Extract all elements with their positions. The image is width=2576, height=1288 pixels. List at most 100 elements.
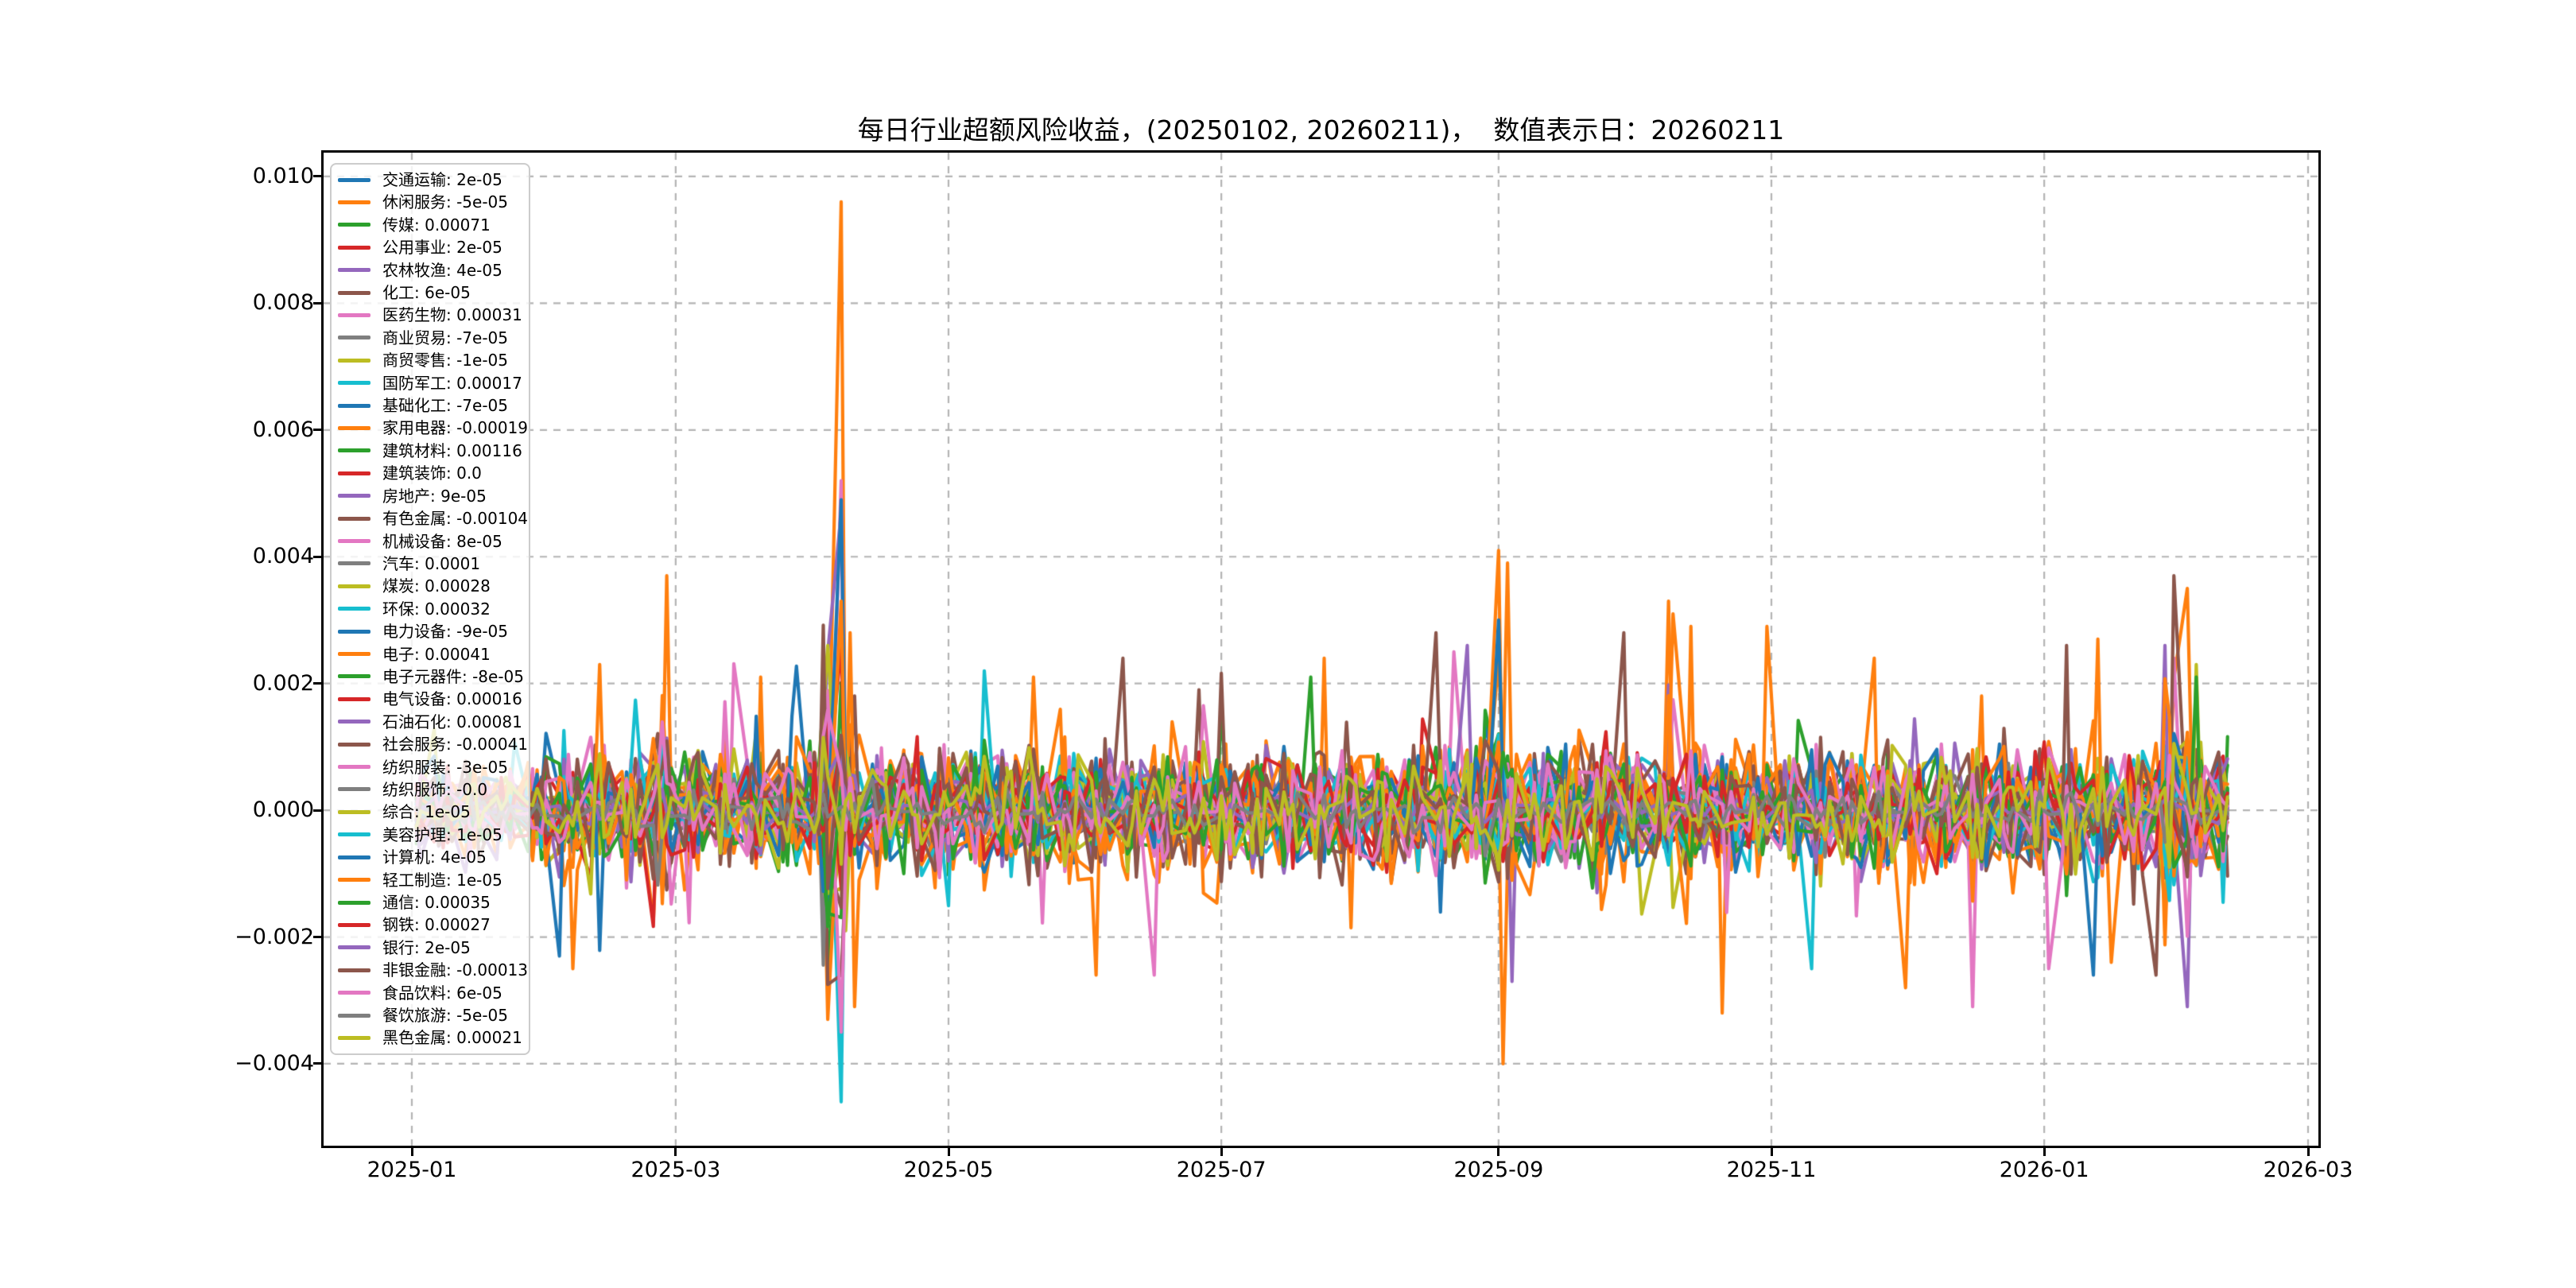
legend-line-swatch (338, 652, 370, 657)
legend-label: 电子: 0.00041 (382, 644, 491, 664)
legend-label: 建筑装饰: 0.0 (382, 464, 482, 483)
legend-line-swatch (338, 381, 370, 386)
legend-line-swatch (338, 855, 370, 859)
legend-item: 化工: 6e-05 (338, 281, 526, 304)
legend-line-swatch (338, 561, 370, 566)
legend-label: 食品饮料: 6e-05 (382, 983, 502, 1003)
legend-label: 有色金属: -0.00104 (382, 509, 529, 529)
legend-label: 钢铁: 0.00027 (382, 915, 491, 935)
legend-label: 汽车: 0.0001 (382, 553, 481, 573)
legend-item: 家用电器: -0.00019 (338, 417, 528, 439)
legend-item: 轻工制造: 1e-05 (338, 869, 526, 891)
legend-item: 机械设备: 8e-05 (338, 530, 526, 553)
legend-label: 餐饮旅游: -5e-05 (382, 1006, 509, 1026)
legend-line-swatch (338, 607, 370, 611)
legend-item: 电气设备: 0.00016 (338, 688, 526, 710)
x-tick-mark (947, 1146, 950, 1156)
x-tick-label: 2025-01 (367, 1158, 457, 1182)
x-tick-mark (1497, 1146, 1500, 1156)
legend-line-swatch (338, 787, 370, 792)
legend-line-swatch (338, 720, 370, 724)
legend-item: 建筑材料: 0.00116 (338, 440, 526, 462)
legend-item: 休闲服务: -5e-05 (338, 191, 526, 213)
y-tick-mark (313, 682, 324, 685)
legend-item: 基础化工: -7e-05 (338, 394, 526, 417)
legend-item: 有色金属: -0.00104 (338, 507, 529, 530)
legend-item: 电力设备: -9e-05 (338, 620, 526, 642)
legend-item: 纺织服装: -3e-05 (338, 756, 526, 778)
legend-label: 通信: 0.00035 (382, 893, 491, 912)
x-tick-label: 2026-01 (1999, 1158, 2089, 1182)
y-tick-label: −0.002 (235, 924, 314, 949)
x-tick-label: 2025-09 (1453, 1158, 1544, 1182)
y-tick-mark (313, 175, 324, 178)
legend-label: 纺织服装: -3e-05 (382, 757, 509, 777)
legend-line-swatch (338, 494, 370, 499)
legend-item: 社会服务: -0.00041 (338, 733, 528, 755)
legend-label: 银行: 2e-05 (382, 937, 471, 957)
legend-item: 环保: 0.00032 (338, 598, 526, 620)
legend-line-swatch (338, 629, 370, 634)
legend-line-swatch (338, 539, 370, 543)
legend-item: 煤炭: 0.00028 (338, 575, 526, 597)
legend-line-swatch (338, 832, 370, 837)
x-tick-label: 2025-07 (1176, 1158, 1267, 1182)
legend-label: 煤炭: 0.00028 (382, 576, 491, 596)
legend-item: 通信: 0.00035 (338, 891, 526, 914)
legend-line-swatch (338, 922, 370, 927)
legend-line-swatch (338, 177, 370, 182)
y-tick-label: −0.004 (235, 1050, 314, 1076)
legend-label: 房地产: 9e-05 (382, 486, 487, 506)
y-tick-mark (313, 936, 324, 939)
legend-item: 非银金融: -0.00013 (338, 959, 528, 981)
legend-item: 商贸零售: -1e-05 (338, 349, 526, 371)
legend: 交通运输: 2e-05 休闲服务: -5e-05 传媒: 0.00071 公用事业: … (330, 163, 530, 1055)
legend-item: 黑色金属: 0.00021 (338, 1026, 526, 1049)
legend-item: 食品饮料: 6e-05 (338, 982, 526, 1004)
legend-line-swatch (338, 968, 370, 972)
legend-label: 国防军工: 0.00017 (382, 373, 522, 393)
legend-label: 基础化工: -7e-05 (382, 396, 509, 416)
y-tick-label: 0.010 (252, 163, 314, 188)
chart-title: 每日行业超额风险收益，(20250102, 20260211)， 数值表示日：2… (857, 114, 1785, 145)
legend-line-swatch (338, 1035, 370, 1040)
legend-item: 电子: 0.00041 (338, 643, 526, 665)
legend-line-swatch (338, 878, 370, 883)
legend-label: 轻工制造: 1e-05 (382, 870, 502, 890)
legend-line-swatch (338, 991, 370, 995)
legend-item: 美容护理: 1e-05 (338, 824, 526, 846)
legend-item: 电子元器件: -8e-05 (338, 665, 526, 688)
legend-label: 机械设备: 8e-05 (382, 531, 502, 551)
legend-line-swatch (338, 200, 370, 204)
legend-label: 黑色金属: 0.00021 (382, 1028, 522, 1048)
legend-line-swatch (338, 584, 370, 588)
legend-label: 环保: 0.00032 (382, 599, 491, 619)
legend-line-swatch (338, 471, 370, 475)
legend-line-swatch (338, 674, 370, 679)
legend-label: 交通运输: 2e-05 (382, 170, 502, 189)
legend-label: 医药生物: 0.00031 (382, 305, 522, 325)
y-tick-label: 0.002 (252, 670, 314, 696)
x-tick-mark (1770, 1146, 1773, 1156)
x-tick-mark (410, 1146, 413, 1156)
legend-item: 国防军工: 0.00017 (338, 372, 526, 394)
legend-item: 钢铁: 0.00027 (338, 914, 526, 936)
y-tick-label: 0.006 (252, 417, 314, 442)
legend-line-swatch (338, 516, 370, 521)
legend-line-swatch (338, 448, 370, 453)
legend-line-swatch (338, 742, 370, 747)
legend-label: 纺织服饰: -0.0 (382, 779, 488, 799)
legend-item: 计算机: 4e-05 (338, 846, 526, 868)
y-tick-mark (313, 1062, 324, 1065)
legend-item: 农林牧渔: 4e-05 (338, 259, 526, 281)
legend-label: 传媒: 0.00071 (382, 215, 491, 235)
x-tick-mark (2043, 1146, 2046, 1156)
legend-line-swatch (338, 312, 370, 317)
x-tick-label: 2025-03 (630, 1158, 721, 1182)
legend-label: 电力设备: -9e-05 (382, 622, 509, 642)
x-tick-label: 2025-11 (1726, 1158, 1817, 1182)
legend-label: 综合: 1e-05 (382, 802, 471, 822)
y-tick-mark (313, 555, 324, 558)
legend-line-swatch (338, 245, 370, 250)
legend-label: 石油石化: 0.00081 (382, 712, 522, 731)
